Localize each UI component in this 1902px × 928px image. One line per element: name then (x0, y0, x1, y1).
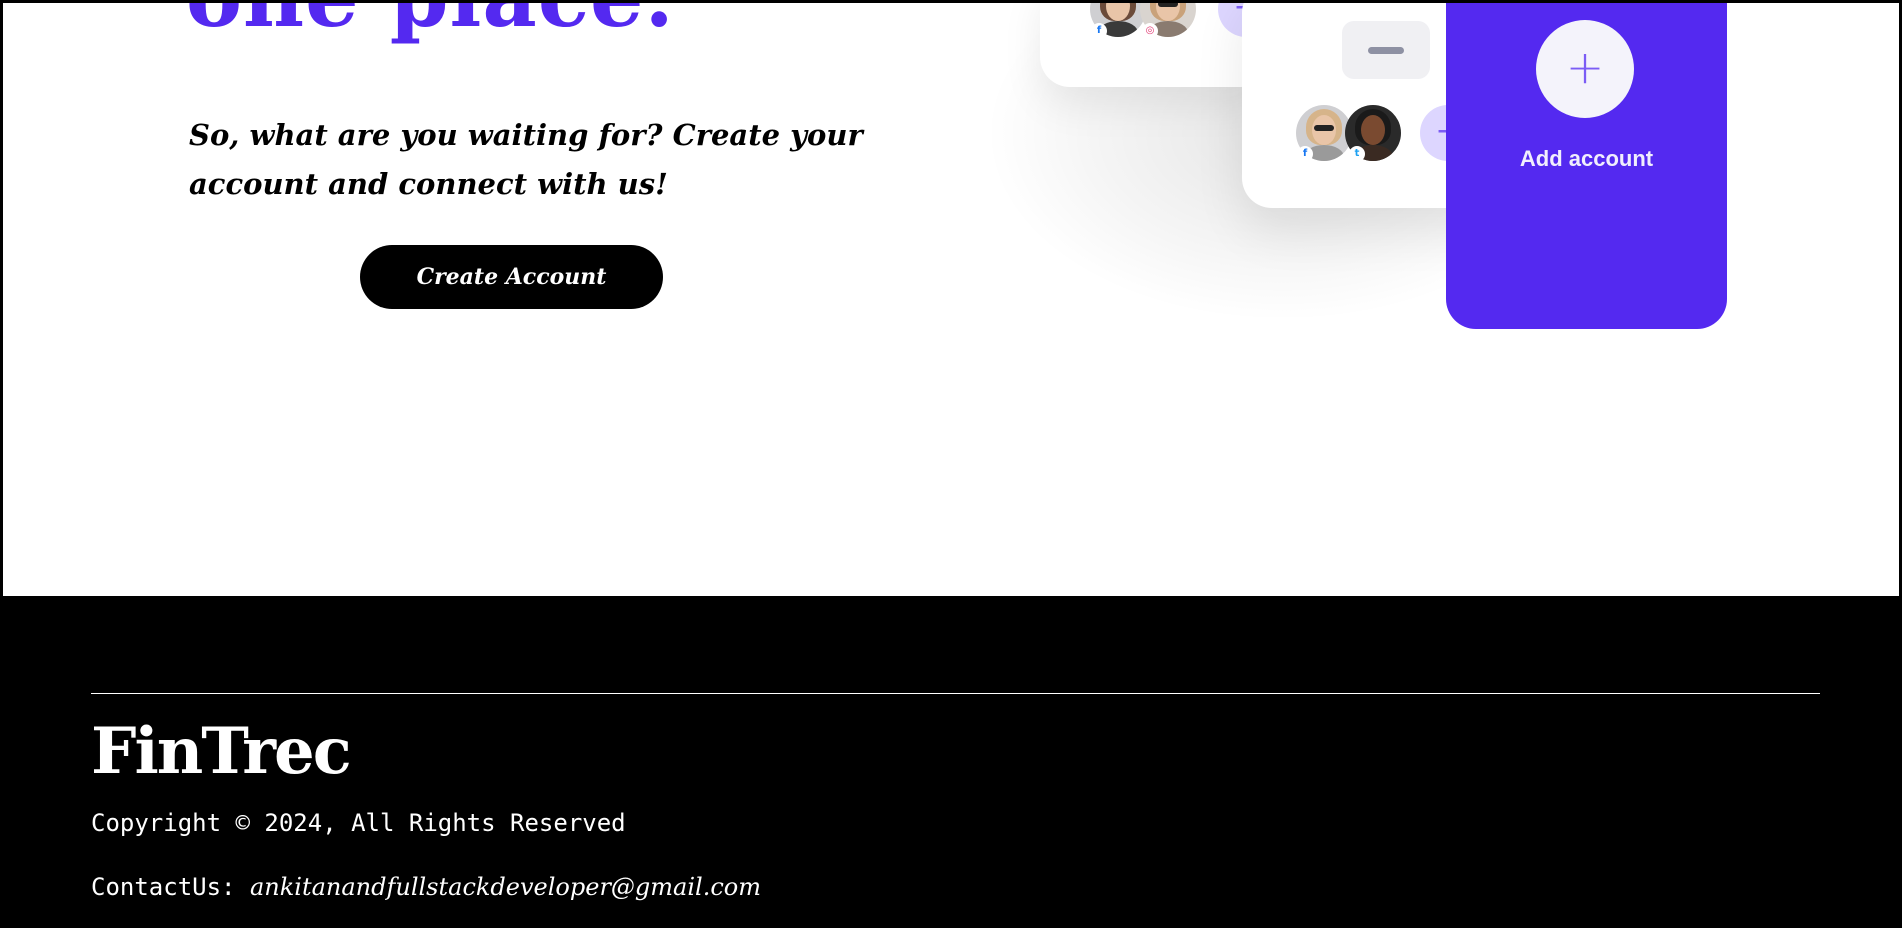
account-card-top: f ◎ + (1040, 3, 1274, 87)
facebook-icon: f (1297, 146, 1313, 162)
hero-title: one place. (186, 3, 675, 39)
copyright-text: Copyright © 2024, All Rights Reserved (91, 809, 626, 837)
add-account-plus-button[interactable]: + (1536, 20, 1634, 118)
remove-button[interactable] (1342, 21, 1430, 79)
add-account-label: Add account (1519, 146, 1654, 171)
footer-brand-logo: FinTrec (91, 714, 352, 789)
create-account-button[interactable]: Create Account (360, 245, 663, 309)
twitter-icon: t (1349, 146, 1365, 162)
contact-email-link[interactable]: ankitanandfullstackdeveloper@gmail.com (250, 873, 761, 901)
footer-divider (91, 693, 1820, 694)
contact-line: ContactUs: ankitanandfullstackdeveloper@… (91, 872, 761, 902)
hero-subtitle: So, what are you waiting for? Create you… (189, 118, 863, 201)
facebook-icon: f (1091, 23, 1107, 39)
minus-icon (1368, 47, 1404, 54)
instagram-icon: ◎ (1142, 23, 1158, 39)
hero-section: one place. So, what are you waiting for?… (3, 3, 1899, 596)
contact-label: ContactUs: (91, 873, 236, 901)
add-account-card[interactable]: + Add account (1446, 3, 1727, 329)
